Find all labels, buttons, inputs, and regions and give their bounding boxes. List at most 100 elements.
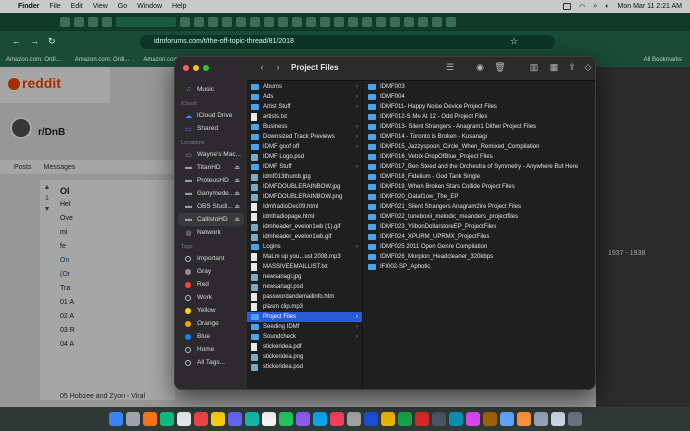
dock-app-icon[interactable] — [431, 412, 446, 426]
sidebar-tag-home[interactable]: Home — [178, 343, 244, 356]
browser-tab[interactable] — [278, 17, 288, 27]
list-item[interactable]: IDMF016_Vetrix-DropOfBlue_Project Files — [364, 152, 595, 162]
dock-app-icon[interactable] — [176, 412, 191, 426]
list-item[interactable]: IdmfradioDec09.html — [247, 202, 362, 212]
trash-icon[interactable]: 🗑 — [493, 62, 507, 73]
list-item[interactable]: stickeridea.png — [247, 352, 362, 362]
list-item-selected[interactable]: Project Files › — [247, 312, 362, 322]
browser-tab[interactable] — [208, 17, 218, 27]
list-item[interactable]: IDMF015_Jazzyspoon_Circle_When_Remixed_C… — [364, 142, 595, 152]
sidebar-tag-orange[interactable]: Orange — [178, 317, 244, 330]
column-view-icon[interactable]: ▥ — [527, 62, 541, 73]
list-item[interactable]: IDMF Logo.psd — [247, 152, 362, 162]
list-item[interactable]: Aburns › — [247, 82, 362, 92]
sidebar-item-music[interactable]: ♫ Music — [178, 83, 244, 96]
list-item[interactable]: IDMF003 — [364, 82, 595, 92]
menubar-clock[interactable]: Mon Mar 11 2:21 AM — [618, 3, 682, 10]
trash-icon[interactable] — [567, 412, 582, 426]
list-item[interactable]: IDMF011- Happy Noise Device Project File… — [364, 102, 595, 112]
dock-app-icon[interactable] — [210, 412, 225, 426]
browser-tab[interactable] — [404, 17, 414, 27]
dock-app-icon[interactable] — [244, 412, 259, 426]
browser-tab[interactable] — [74, 17, 84, 27]
sidebar-tag-work[interactable]: Work — [178, 291, 244, 304]
dock-app-icon[interactable] — [329, 412, 344, 426]
list-item[interactable]: IDMF019_When Broken Stars Collide Projec… — [364, 182, 595, 192]
list-item[interactable]: Downsized Track Previews › — [247, 132, 362, 142]
eject-icon[interactable]: ⏏ — [234, 203, 240, 210]
list-item[interactable]: Artist Stuff › — [247, 102, 362, 112]
list-item[interactable]: IDMFDOUBLERAINBOW.png — [247, 192, 362, 202]
list-item[interactable]: Ads › — [247, 92, 362, 102]
sidebar-item-network[interactable]: ◍ Network — [178, 226, 244, 239]
list-item[interactable]: IDMF020_Dataf1ow_The_EP — [364, 192, 595, 202]
zoom-button[interactable] — [203, 65, 209, 71]
sidebar-item-ganymede[interactable]: ▬ Ganymede... ⏏ — [178, 187, 244, 200]
dock-app-icon[interactable] — [159, 412, 174, 426]
list-item[interactable]: IDMF023_YlibonDollarstoreEP_ProjectFiles — [364, 222, 595, 232]
browser-tab[interactable] — [264, 17, 274, 27]
dock-app-icon[interactable] — [516, 412, 531, 426]
star-icon[interactable]: ☆ — [510, 36, 518, 47]
bookmark-item[interactable]: Amazon.com: Ordi... — [75, 57, 130, 63]
sidebar-item-titanhd[interactable]: ▬ TitanHD ⏏ — [178, 161, 244, 174]
menu-app-name[interactable]: Finder — [18, 3, 39, 10]
browser-tab[interactable] — [236, 17, 246, 27]
dock-app-icon[interactable] — [227, 412, 242, 426]
dock-app-icon[interactable] — [397, 412, 412, 426]
dock-app-icon[interactable] — [482, 412, 497, 426]
spotlight-icon[interactable]: ⌕ — [593, 3, 597, 11]
list-item[interactable]: IFI002-SP_Aphotic — [364, 262, 595, 272]
sidebar-item-proteushd[interactable]: ▬ ProteusHD ⏏ — [178, 174, 244, 187]
browser-tab[interactable] — [292, 17, 302, 27]
dock-app-icon[interactable] — [312, 412, 327, 426]
sidebar-all-tags[interactable]: All Tags... — [178, 356, 244, 369]
list-item[interactable]: newsanagi.jpg — [247, 272, 362, 282]
list-item[interactable]: stickeridea.psd — [247, 362, 362, 372]
eject-icon[interactable]: ⏏ — [234, 164, 240, 171]
browser-tab[interactable] — [194, 17, 204, 27]
back-icon[interactable]: ← — [12, 36, 21, 46]
back-icon[interactable]: ‹ — [255, 62, 269, 72]
sidebar-tag-important[interactable]: Important — [178, 252, 244, 265]
list-item[interactable]: IDMF022_tuneboxii_melodic_meanders_proje… — [364, 212, 595, 222]
dock-app-icon[interactable] — [125, 412, 140, 426]
browser-tab[interactable] — [320, 17, 330, 27]
list-item[interactable]: IDMF021_Silent Strangers Anagram2ire Pro… — [364, 202, 595, 212]
dock-app-icon[interactable] — [414, 412, 429, 426]
menu-edit[interactable]: Edit — [71, 3, 83, 10]
browser-tab[interactable] — [432, 17, 442, 27]
browser-tab[interactable] — [250, 17, 260, 27]
dock-app-icon[interactable] — [380, 412, 395, 426]
sidebar-item-obs-studio[interactable]: ▬ OBS Studi... ⏏ — [178, 200, 244, 213]
minimize-button[interactable] — [193, 65, 199, 71]
view-options-icon[interactable]: ☰ — [443, 62, 457, 73]
dock-app-icon[interactable] — [261, 412, 276, 426]
dock-app-icon[interactable] — [108, 412, 123, 426]
menu-file[interactable]: File — [49, 3, 60, 10]
list-item[interactable]: IDMF018_Fidelium - God Tank Single — [364, 172, 595, 182]
list-item[interactable]: idmheader_evelon1wb (1).gif — [247, 222, 362, 232]
sidebar-item-icloud-drive[interactable]: ☁ iCloud Drive — [178, 109, 244, 122]
all-bookmarks[interactable]: All Bookmarks — [644, 57, 682, 63]
dock-app-icon[interactable] — [278, 412, 293, 426]
browser-tab[interactable] — [60, 17, 70, 27]
list-item[interactable]: Soundcheck › — [247, 332, 362, 342]
list-item[interactable]: MaLm up you...ust 2008.mp3 — [247, 252, 362, 262]
browser-tab[interactable] — [362, 17, 372, 27]
dock-app-icon[interactable] — [193, 412, 208, 426]
forward-icon[interactable]: → — [30, 36, 39, 46]
dock-app-icon[interactable] — [550, 412, 565, 426]
list-item[interactable]: IDMF025 2011 Open Genre Compilation — [364, 242, 595, 252]
battery-icon[interactable] — [563, 3, 572, 10]
close-button[interactable] — [183, 65, 189, 71]
browser-tab[interactable] — [222, 17, 232, 27]
browser-tab[interactable] — [446, 17, 456, 27]
list-item[interactable]: IDMF004 — [364, 92, 595, 102]
browser-tab[interactable] — [348, 17, 358, 27]
wifi-icon[interactable]: ◠ — [579, 3, 585, 11]
list-item[interactable]: IDMF013- Silent Strangers - Anagram1 Dit… — [364, 122, 595, 132]
control-center-icon[interactable]: ◐ — [605, 3, 609, 10]
dock-app-icon[interactable] — [448, 412, 463, 426]
browser-tab[interactable] — [180, 17, 190, 27]
